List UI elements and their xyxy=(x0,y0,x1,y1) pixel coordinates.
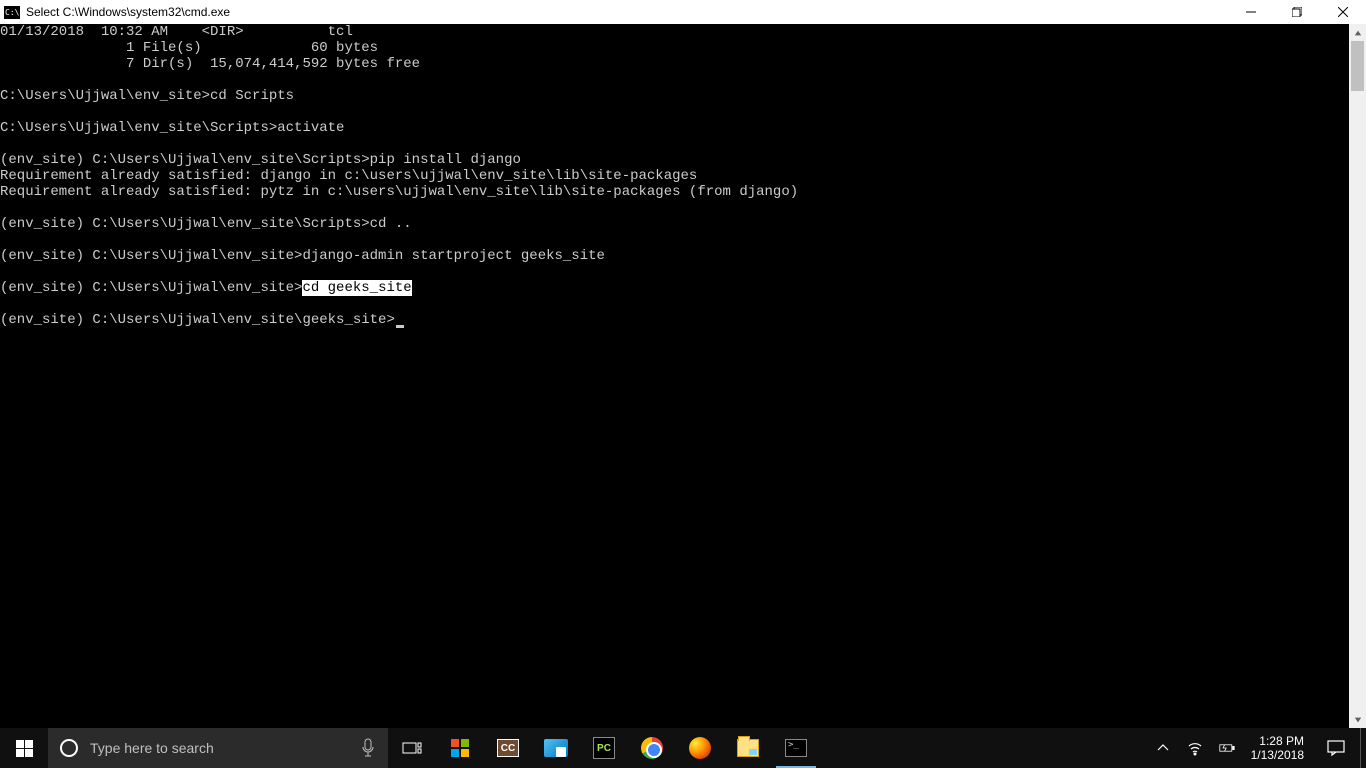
taskbar-app-chrome[interactable] xyxy=(628,728,676,768)
task-view-button[interactable] xyxy=(388,728,436,768)
close-icon xyxy=(1338,7,1348,17)
minimize-icon xyxy=(1246,7,1256,17)
maximize-button[interactable] xyxy=(1274,0,1320,24)
taskbar-apps: CC PC >_ xyxy=(436,728,820,768)
vertical-scrollbar[interactable] xyxy=(1349,24,1366,728)
tray-overflow-button[interactable] xyxy=(1147,728,1179,768)
taskbar-app-cmd[interactable]: >_ xyxy=(772,728,820,768)
system-tray: 1:28 PM 1/13/2018 xyxy=(1147,728,1366,768)
show-desktop-button[interactable] xyxy=(1360,728,1366,768)
window-titlebar: Select C:\Windows\system32\cmd.exe xyxy=(0,0,1366,24)
taskbar-app-store[interactable] xyxy=(436,728,484,768)
taskbar-search[interactable]: Type here to search xyxy=(48,728,388,768)
windows-logo-icon xyxy=(16,740,33,757)
microphone-icon[interactable] xyxy=(360,738,376,758)
firefox-icon xyxy=(689,737,711,759)
file-explorer-icon xyxy=(737,739,759,757)
store-icon xyxy=(451,739,469,757)
battery-charging-icon xyxy=(1219,740,1235,756)
scroll-up-button[interactable] xyxy=(1349,24,1366,41)
pycharm-icon: PC xyxy=(593,737,615,759)
cortana-icon xyxy=(60,739,78,757)
chevron-up-icon xyxy=(1155,740,1171,756)
cc-icon: CC xyxy=(497,739,519,757)
search-placeholder: Type here to search xyxy=(90,740,360,756)
cmd-window-icon xyxy=(4,6,20,19)
download-manager-icon xyxy=(544,739,568,757)
clock-date: 1/13/2018 xyxy=(1251,748,1304,762)
clock-time: 1:28 PM xyxy=(1259,734,1304,748)
terminal-output[interactable]: 01/13/2018 10:32 AM <DIR> tcl 1 File(s) … xyxy=(0,24,1349,728)
tray-battery[interactable] xyxy=(1211,728,1243,768)
maximize-icon xyxy=(1292,7,1302,17)
taskbar-app-firefox[interactable] xyxy=(676,728,724,768)
task-view-icon xyxy=(402,740,422,756)
taskbar-app-explorer[interactable] xyxy=(724,728,772,768)
window-controls xyxy=(1228,0,1366,24)
chevron-down-icon xyxy=(1354,716,1362,724)
chrome-icon xyxy=(641,737,663,759)
action-center-button[interactable] xyxy=(1312,728,1360,768)
scroll-down-button[interactable] xyxy=(1349,711,1366,728)
taskbar-app-pycharm[interactable]: PC xyxy=(580,728,628,768)
cmd-icon: >_ xyxy=(785,739,807,757)
notification-icon xyxy=(1327,739,1345,757)
scrollbar-thumb[interactable] xyxy=(1351,41,1364,91)
start-button[interactable] xyxy=(0,728,48,768)
taskbar: Type here to search CC PC >_ 1:28 PM xyxy=(0,728,1366,768)
taskbar-app-downloadmanager[interactable] xyxy=(532,728,580,768)
window-title: Select C:\Windows\system32\cmd.exe xyxy=(26,5,1228,19)
close-button[interactable] xyxy=(1320,0,1366,24)
scrollbar-track[interactable] xyxy=(1349,41,1366,711)
chevron-up-icon xyxy=(1354,29,1362,37)
minimize-button[interactable] xyxy=(1228,0,1274,24)
terminal-container: 01/13/2018 10:32 AM <DIR> tcl 1 File(s) … xyxy=(0,24,1366,728)
wifi-icon xyxy=(1187,740,1203,756)
taskbar-clock[interactable]: 1:28 PM 1/13/2018 xyxy=(1243,734,1312,762)
tray-wifi[interactable] xyxy=(1179,728,1211,768)
taskbar-app-cc[interactable]: CC xyxy=(484,728,532,768)
